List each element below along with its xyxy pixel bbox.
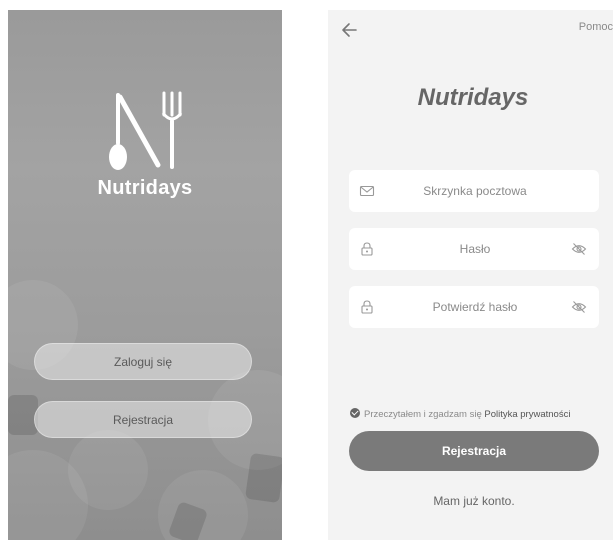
help-link[interactable]: Pomoc bbox=[579, 21, 613, 33]
mail-icon bbox=[359, 185, 375, 197]
register-submit-button[interactable]: Rejestracja bbox=[349, 431, 599, 471]
privacy-policy-link[interactable]: Polityka prywatności bbox=[484, 409, 570, 420]
checkmark-icon[interactable] bbox=[350, 408, 360, 418]
confirm-password-field bbox=[349, 286, 599, 328]
welcome-screen: Nutridays Zaloguj się Rejestracja bbox=[8, 10, 282, 540]
nutridays-logo-icon bbox=[109, 91, 183, 170]
arrow-left-icon[interactable] bbox=[340, 20, 360, 40]
eye-off-icon[interactable] bbox=[571, 300, 587, 314]
email-field bbox=[349, 170, 599, 212]
eye-off-icon[interactable] bbox=[571, 242, 587, 256]
lock-icon bbox=[361, 242, 373, 256]
email-input[interactable] bbox=[385, 170, 565, 212]
brand-title: Nutridays bbox=[417, 84, 529, 111]
password-field bbox=[349, 228, 599, 270]
register-button[interactable]: Rejestracja bbox=[34, 401, 252, 438]
password-input[interactable] bbox=[385, 228, 565, 270]
lock-icon bbox=[361, 300, 373, 314]
background-decoration bbox=[244, 452, 282, 504]
consent-text: Przeczytałem i zgadzam się bbox=[364, 409, 482, 420]
login-button[interactable]: Zaloguj się bbox=[34, 343, 252, 380]
brand-title: Nutridays bbox=[97, 177, 193, 199]
have-account-link[interactable]: Mam już konto. bbox=[328, 494, 613, 508]
confirm-password-input[interactable] bbox=[385, 286, 565, 328]
register-screen: Pomoc Nutridays Skrzynka pocztowa Przecz… bbox=[328, 10, 613, 540]
privacy-consent[interactable]: Przeczytałem i zgadzam się Polityka pryw… bbox=[350, 408, 610, 420]
